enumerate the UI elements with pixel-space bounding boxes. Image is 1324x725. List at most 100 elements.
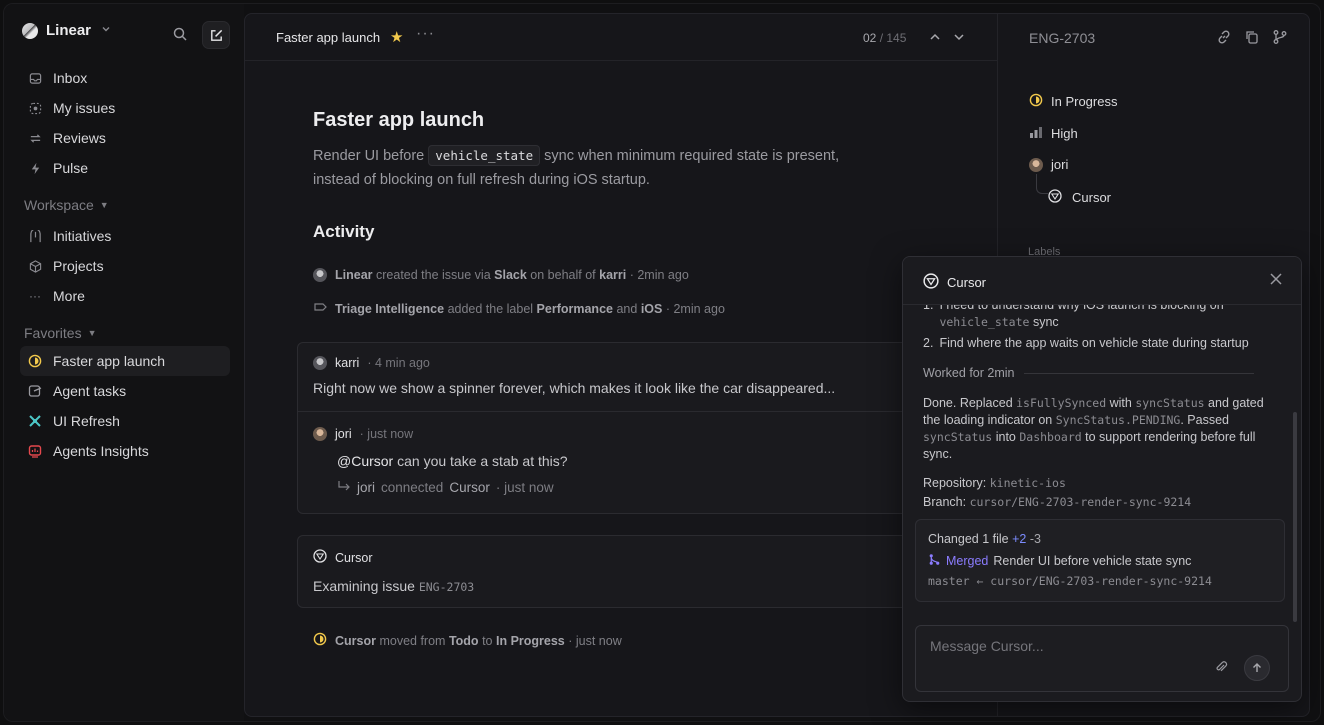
message-input[interactable]	[930, 638, 1190, 654]
fav-faster-app-launch[interactable]: Faster app launch	[20, 346, 230, 376]
agent-session-card[interactable]: Cursor Examining issue ENG-2703	[297, 535, 957, 608]
plan-step: 2. Find where the app waits on vehicle st…	[923, 336, 1249, 350]
reply-author[interactable]: jori	[335, 427, 352, 441]
more-options-icon[interactable]: ···	[416, 25, 435, 43]
connected-event: jori connected Cursor · just now	[337, 480, 554, 495]
nav-label: Projects	[53, 258, 104, 274]
priority-property[interactable]: High	[1029, 125, 1078, 142]
desc-text: Render UI before	[313, 148, 429, 164]
message-composer	[915, 625, 1289, 692]
activity-event: Triage Intelligence added the label Perf…	[313, 300, 725, 317]
agent-summary: Done. Replaced isFullySynced with syncSt…	[923, 396, 1264, 461]
nav-label: Pulse	[53, 160, 89, 176]
issue-description[interactable]: Render UI before vehicle_state sync when…	[313, 144, 873, 192]
workspace-switcher[interactable]: Linear	[22, 22, 111, 39]
new-issue-button[interactable]	[202, 21, 230, 49]
chevron-down-icon	[101, 24, 111, 37]
nav-initiatives[interactable]: Initiatives	[20, 221, 230, 251]
close-icon[interactable]	[1269, 272, 1283, 291]
fav-ui-refresh[interactable]: UI Refresh	[20, 406, 230, 436]
nav-label: Reviews	[53, 130, 106, 146]
issue-topbar: Faster app launch ★ ··· 02 / 145	[245, 14, 997, 61]
assignee-property[interactable]: jori	[1029, 157, 1068, 172]
chevron-down-icon[interactable]	[952, 30, 966, 47]
section-label: Favorites	[24, 325, 82, 341]
tag-icon	[313, 300, 327, 317]
nav-my-issues[interactable]: My issues	[20, 93, 230, 123]
arrow-up-icon	[1253, 663, 1261, 672]
reply-text: @Cursor can you take a stab at this?	[337, 453, 568, 469]
pr-branch: master ← cursor/ENG-2703-render-sync-921…	[928, 574, 1212, 588]
agent-header: Cursor	[313, 549, 373, 566]
issue-title[interactable]: Faster app launch	[313, 109, 953, 132]
nav-more[interactable]: ··· More	[20, 281, 230, 311]
workspace-name: Linear	[46, 22, 92, 39]
agent-name: Cursor	[335, 550, 373, 565]
fav-agent-tasks[interactable]: Agent tasks	[20, 376, 230, 406]
counter-current: 02	[863, 31, 877, 45]
agent-tasks-icon	[28, 384, 42, 398]
workspace-section-toggle[interactable]: Workspace ▼	[24, 197, 109, 213]
delegate-property[interactable]: Cursor	[1048, 189, 1111, 206]
cursor-logo-icon	[1048, 189, 1062, 206]
scrollbar[interactable]	[1293, 412, 1297, 622]
ui-refresh-icon	[28, 414, 42, 428]
nav-label: My issues	[53, 100, 116, 116]
cursor-logo-icon	[923, 273, 939, 292]
linear-logo-icon	[22, 22, 38, 39]
star-icon[interactable]: ★	[390, 28, 403, 46]
agent-status: Examining issue ENG-2703	[313, 578, 475, 594]
repository-line: Repository: kinetic-ios	[923, 476, 1066, 490]
issue-code: ENG-2703	[418, 580, 475, 594]
branch-icon[interactable]	[1272, 29, 1288, 48]
chat-header: Cursor	[903, 257, 1301, 305]
priority-high-icon	[1029, 125, 1043, 142]
caret-down-icon: ▼	[99, 200, 109, 210]
issue-id[interactable]: ENG-2703	[1029, 30, 1095, 46]
mention[interactable]: @Cursor	[337, 453, 393, 469]
worked-duration[interactable]: Worked for 2min	[923, 365, 1275, 382]
search-icon[interactable]	[172, 26, 190, 44]
pulse-icon	[28, 161, 42, 175]
nav-reviews[interactable]: Reviews	[20, 123, 230, 153]
assignee-value: jori	[1051, 157, 1069, 172]
send-button[interactable]	[1244, 655, 1270, 681]
chat-title: Cursor	[947, 275, 987, 290]
branch-line: Branch: cursor/ENG-2703-render-sync-9214	[923, 495, 1192, 509]
nav-label: Agent tasks	[53, 383, 127, 399]
avatar	[313, 356, 327, 370]
status-change-event: Cursor moved from Todo to In Progress · …	[313, 632, 622, 649]
event-text: Cursor moved from Todo to In Progress · …	[335, 633, 622, 648]
paperclip-icon[interactable]	[1214, 660, 1228, 677]
copy-icon[interactable]	[1244, 29, 1260, 48]
pull-request-card[interactable]: Changed 1 file +2 -3 Merged Render UI be…	[915, 519, 1285, 602]
more-icon: ···	[29, 289, 41, 303]
initiatives-icon	[28, 229, 42, 243]
nav-label: Initiatives	[53, 228, 112, 244]
nav-projects[interactable]: Projects	[20, 251, 230, 281]
divider	[298, 411, 956, 412]
counter-total: / 145	[879, 31, 907, 45]
avatar	[313, 427, 327, 441]
nav-pulse[interactable]: Pulse	[20, 153, 230, 183]
avatar	[1029, 157, 1043, 172]
nav-label: Inbox	[53, 70, 88, 86]
comment-author[interactable]: karri	[335, 356, 359, 370]
nav-inbox[interactable]: Inbox	[20, 63, 230, 93]
inbox-icon	[28, 71, 42, 85]
primary-nav: Inbox My issues Reviews Pulse	[20, 63, 230, 183]
fav-agents-insights[interactable]: Agents Insights	[20, 436, 230, 466]
delegate-connector	[1036, 174, 1048, 194]
chevron-up-icon[interactable]	[928, 30, 942, 47]
priority-value: High	[1051, 126, 1078, 141]
issue-counter: 02 / 145	[863, 31, 906, 45]
projects-icon	[28, 259, 42, 273]
link-icon[interactable]	[1216, 29, 1232, 48]
nav-label: More	[53, 288, 85, 304]
status-property[interactable]: In Progress	[1029, 93, 1117, 110]
nav-label: Faster app launch	[53, 353, 166, 369]
favorites-section-toggle[interactable]: Favorites ▼	[24, 325, 97, 341]
in-progress-icon	[313, 632, 327, 649]
sidebar: Linear Inbox My issues Reviews Pulse Wor…	[4, 4, 244, 721]
breadcrumb-title[interactable]: Faster app launch	[276, 30, 380, 45]
